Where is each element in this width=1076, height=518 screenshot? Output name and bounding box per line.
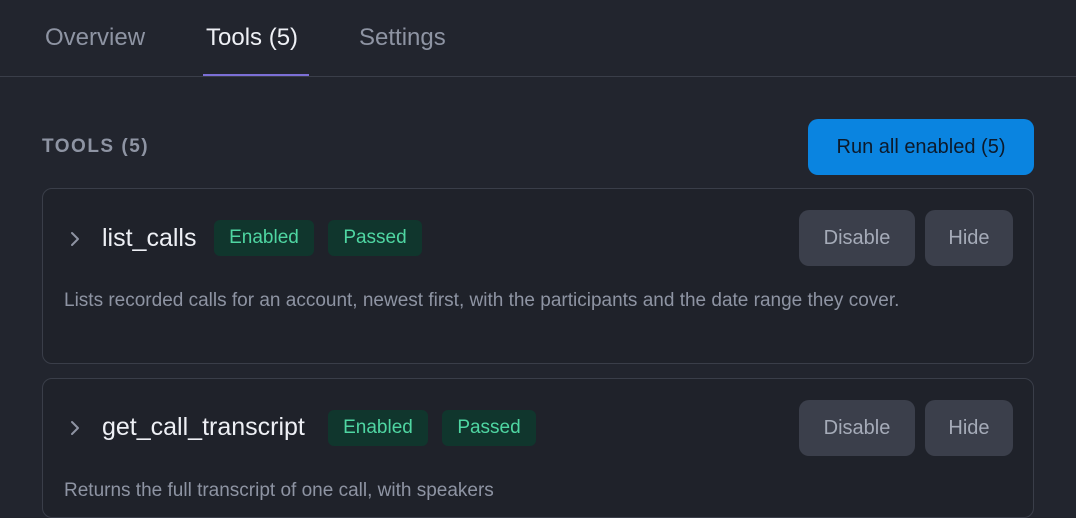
tab-settings[interactable]: Settings xyxy=(359,24,446,52)
hide-button[interactable]: Hide xyxy=(925,210,1013,266)
tool-name: list_calls xyxy=(102,224,197,252)
hide-button[interactable]: Hide xyxy=(925,400,1013,456)
run-all-enabled-button[interactable]: Run all enabled (5) xyxy=(808,119,1034,175)
tab-bar: Overview Tools (5) Settings xyxy=(0,0,1076,77)
passed-badge: Passed xyxy=(328,220,422,256)
tab-tools[interactable]: Tools (5) xyxy=(206,24,298,52)
enabled-badge: Enabled xyxy=(214,220,314,256)
chevron-right-icon[interactable] xyxy=(67,229,83,249)
disable-button[interactable]: Disable xyxy=(799,400,915,456)
chevron-right-icon[interactable] xyxy=(67,418,83,438)
tool-description: Lists recorded calls for an account, new… xyxy=(64,290,900,311)
tool-card: list_calls Enabled Passed Disable Hide L… xyxy=(42,188,1034,364)
section-title: TOOLS (5) xyxy=(42,136,150,157)
enabled-badge: Enabled xyxy=(328,410,428,446)
tab-overview[interactable]: Overview xyxy=(45,24,145,52)
passed-badge: Passed xyxy=(442,410,536,446)
tool-name: get_call_transcript xyxy=(102,413,305,441)
tool-description: Returns the full transcript of one call,… xyxy=(64,480,494,501)
disable-button[interactable]: Disable xyxy=(799,210,915,266)
active-tab-indicator xyxy=(203,74,309,76)
tool-card: get_call_transcript Enabled Passed Disab… xyxy=(42,378,1034,518)
